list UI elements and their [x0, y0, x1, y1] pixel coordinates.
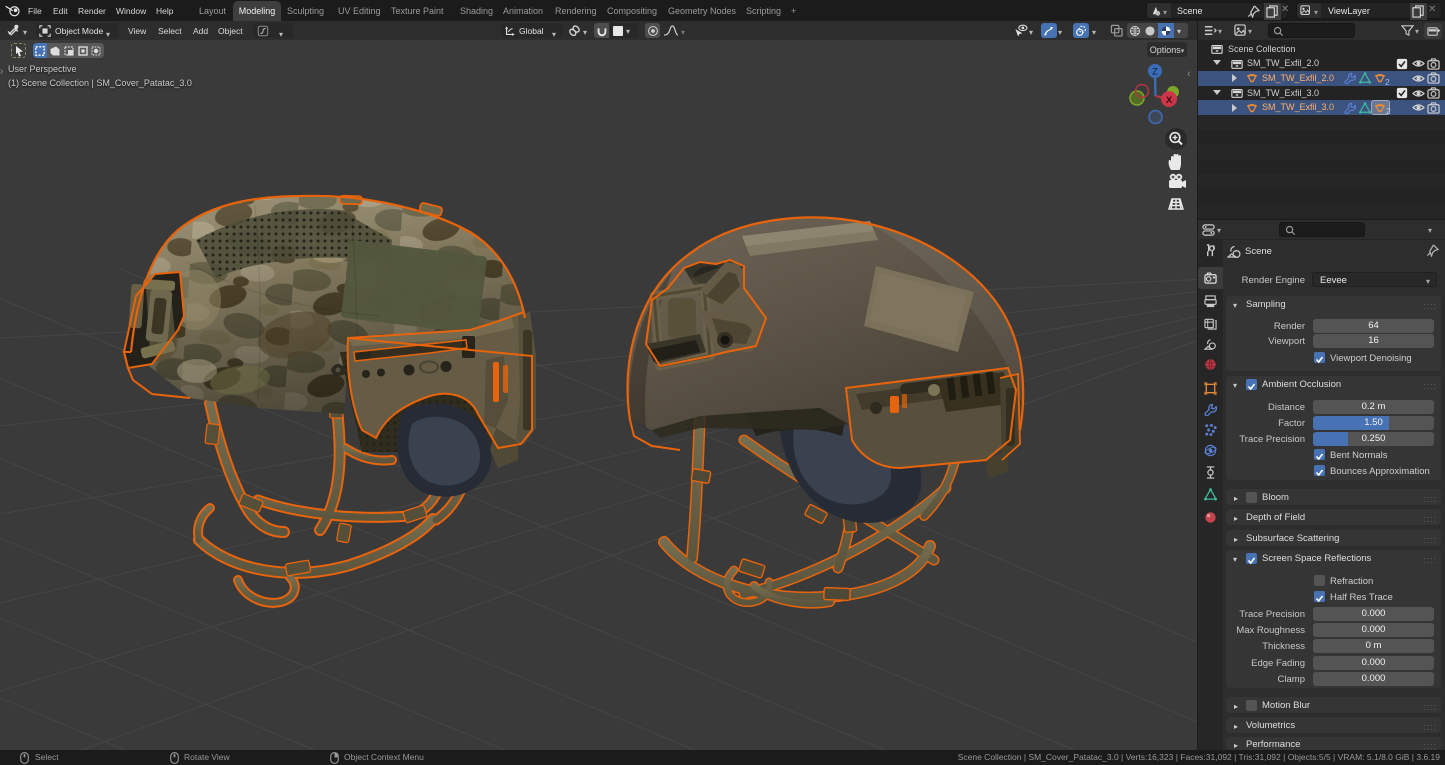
svg-text:Z: Z [1152, 67, 1158, 77]
svg-text:X: X [1166, 95, 1173, 106]
